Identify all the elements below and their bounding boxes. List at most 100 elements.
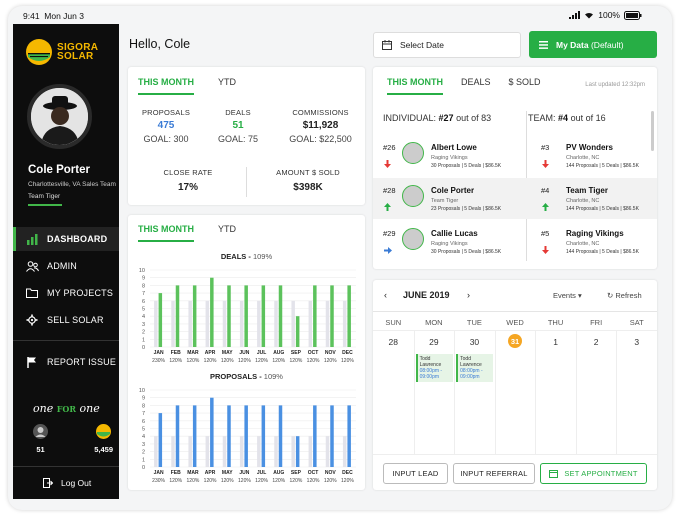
- entry-name[interactable]: Cole Porter: [431, 186, 474, 195]
- entry-stats: 144 Proposals | 5 Deals | $86.5K: [566, 163, 639, 169]
- actual-bar[interactable]: [278, 285, 283, 347]
- goal-bar[interactable]: [188, 436, 192, 467]
- tab-ytd[interactable]: YTD: [218, 224, 236, 242]
- goal-bar[interactable]: [291, 436, 295, 467]
- day-number[interactable]: 29: [414, 337, 455, 347]
- trend-right-icon: [384, 241, 392, 259]
- nav-admin[interactable]: ADMIN: [13, 254, 119, 278]
- rank-number: #29: [383, 229, 396, 238]
- y-tick-label: 0: [142, 465, 145, 471]
- goal-bar[interactable]: [154, 436, 158, 467]
- goal-bar[interactable]: [308, 436, 313, 467]
- weekday-label: SAT: [629, 318, 644, 327]
- actual-bar[interactable]: [192, 285, 197, 347]
- entry-name[interactable]: Team Tiger: [566, 186, 608, 195]
- logout-button[interactable]: Log Out: [43, 478, 91, 488]
- actual-bar[interactable]: [192, 405, 197, 467]
- goal-bar[interactable]: [239, 300, 244, 347]
- avatar[interactable]: [402, 142, 424, 164]
- goal-bar[interactable]: [291, 300, 295, 347]
- actual-bar[interactable]: [261, 405, 266, 467]
- nav-sell-solar[interactable]: SELL SOLAR: [13, 308, 119, 332]
- tab-this-month[interactable]: THIS MONTH: [138, 224, 194, 242]
- nav-my-projects[interactable]: MY PROJECTS: [13, 281, 119, 305]
- actual-bar[interactable]: [210, 277, 214, 347]
- actual-bar[interactable]: [158, 413, 163, 467]
- entry-name[interactable]: Raging Vikings: [566, 229, 624, 238]
- entry-name[interactable]: PV Wonders: [566, 143, 613, 152]
- goal-bar[interactable]: [154, 300, 158, 347]
- avatar[interactable]: [402, 185, 424, 207]
- calendar-event[interactable]: Todd Lawrence 08:00pm - 09:00pm: [456, 354, 494, 382]
- nav-report-issue[interactable]: REPORT ISSUE: [13, 350, 119, 374]
- actual-bar[interactable]: [347, 405, 351, 467]
- day-number[interactable]: 1: [535, 337, 576, 347]
- actual-bar[interactable]: [175, 285, 180, 347]
- user-location: Charlottesville, VA Sales Team: [28, 181, 116, 188]
- goal-bar[interactable]: [222, 300, 227, 347]
- goal-bar[interactable]: [171, 300, 175, 347]
- actual-bar[interactable]: [158, 293, 163, 347]
- day-number[interactable]: 3: [616, 337, 657, 347]
- actual-bar[interactable]: [227, 405, 231, 467]
- tab-this-month[interactable]: THIS MONTH: [387, 77, 443, 95]
- entry-name[interactable]: Callie Lucas: [431, 229, 478, 238]
- brand-sub: SOLAR: [57, 51, 94, 62]
- goal-bar[interactable]: [257, 300, 261, 347]
- actual-bar[interactable]: [313, 285, 317, 347]
- goal-bar[interactable]: [171, 436, 175, 467]
- set-appointment-button[interactable]: SET APPOINTMENT: [540, 463, 647, 484]
- refresh-button[interactable]: ↻ Refresh: [607, 291, 642, 300]
- prev-month-icon[interactable]: ‹: [384, 290, 387, 300]
- entry-name[interactable]: Albert Lowe: [431, 143, 477, 152]
- actual-bar[interactable]: [295, 436, 300, 467]
- goal-bar[interactable]: [308, 300, 313, 347]
- events-dropdown[interactable]: Events ▾: [553, 291, 582, 300]
- tab-this-month[interactable]: THIS MONTH: [138, 77, 194, 95]
- goal-bar[interactable]: [342, 436, 347, 467]
- day-number[interactable]: 30: [454, 337, 495, 347]
- trend-up-icon: [542, 198, 549, 216]
- goal-bar[interactable]: [222, 436, 227, 467]
- goal-bar[interactable]: [274, 300, 278, 347]
- brand-logo[interactable]: SIGORA SOLAR: [25, 38, 98, 66]
- actual-bar[interactable]: [278, 405, 283, 467]
- actual-bar[interactable]: [175, 405, 180, 467]
- goal-bar[interactable]: [274, 436, 278, 467]
- my-data-button[interactable]: My Data (Default): [529, 31, 657, 58]
- goal-bar[interactable]: [205, 436, 210, 467]
- actual-bar[interactable]: [244, 405, 248, 467]
- next-month-icon[interactable]: ›: [467, 290, 470, 300]
- actual-bar[interactable]: [313, 405, 317, 467]
- tab-sold[interactable]: $ SOLD: [509, 77, 541, 95]
- actual-bar[interactable]: [261, 285, 266, 347]
- actual-bar[interactable]: [330, 285, 334, 347]
- actual-bar[interactable]: [330, 405, 334, 467]
- goal-bar[interactable]: [342, 300, 347, 347]
- actual-bar[interactable]: [227, 285, 231, 347]
- avatar[interactable]: [402, 228, 424, 250]
- select-date-button[interactable]: Select Date: [373, 32, 521, 58]
- goal-bar[interactable]: [239, 436, 244, 467]
- goal-bar[interactable]: [257, 436, 261, 467]
- goal-bar[interactable]: [325, 300, 330, 347]
- proposals-chart-title: PROPOSALS - 109%: [210, 372, 283, 381]
- tab-deals[interactable]: DEALS: [461, 77, 491, 95]
- calendar-event[interactable]: Todd Lawrence 08:00pm - 09:00pm: [415, 354, 453, 382]
- today-marker[interactable]: 31: [508, 334, 522, 348]
- actual-bar[interactable]: [347, 285, 351, 347]
- actual-bar[interactable]: [244, 285, 248, 347]
- tab-ytd[interactable]: YTD: [218, 77, 236, 95]
- avatar[interactable]: [27, 84, 92, 149]
- actual-bar[interactable]: [210, 397, 214, 467]
- input-referral-button[interactable]: INPUT REFERRAL: [453, 463, 535, 484]
- day-number[interactable]: 2: [576, 337, 617, 347]
- actual-bar[interactable]: [295, 316, 300, 347]
- day-number[interactable]: 28: [373, 337, 414, 347]
- goal-bar[interactable]: [325, 436, 330, 467]
- goal-bar[interactable]: [188, 300, 192, 347]
- x-tick-label: JUN: [239, 470, 249, 476]
- goal-bar[interactable]: [205, 300, 210, 347]
- input-lead-button[interactable]: INPUT LEAD: [383, 463, 448, 484]
- nav-dashboard[interactable]: DASHBOARD: [13, 227, 119, 251]
